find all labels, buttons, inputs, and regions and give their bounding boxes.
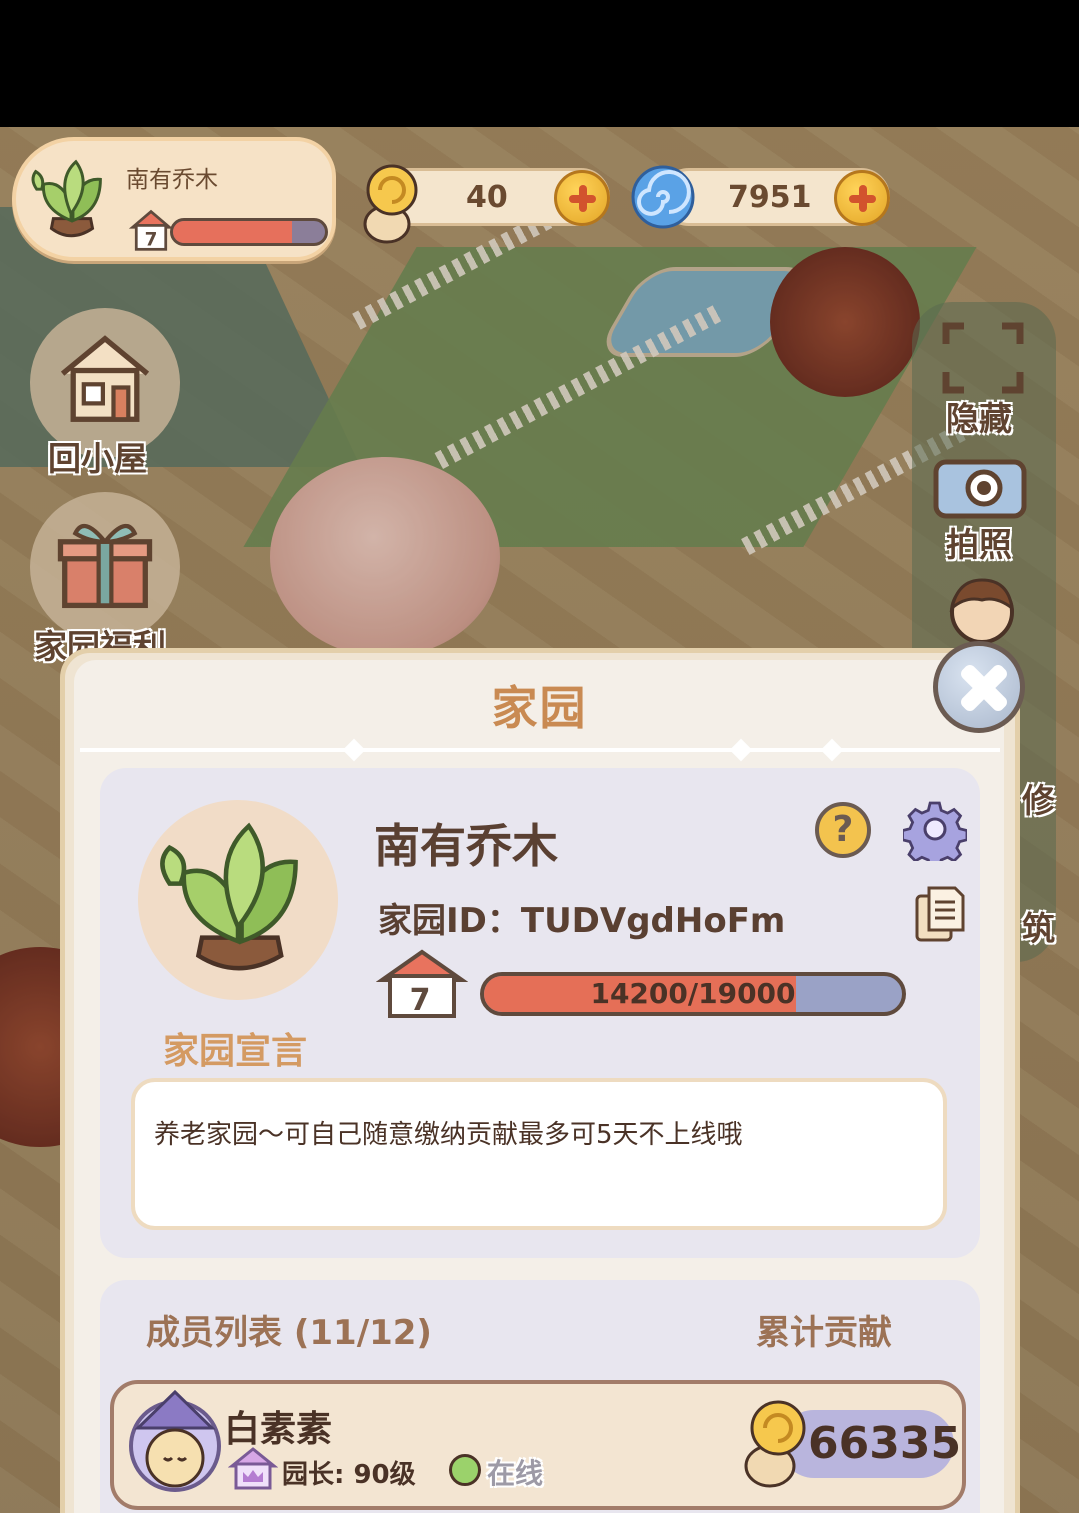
help-button[interactable]: ? <box>815 802 871 858</box>
build-label: 筑 <box>1022 909 1055 948</box>
title-divider <box>80 748 1000 752</box>
dialog-title: 家园 <box>491 681 588 735</box>
contribution-header: 累计贡献 <box>756 1313 892 1353</box>
hud-level-bar <box>170 218 328 246</box>
hud-level-bar-fill <box>173 221 292 243</box>
house-icon <box>60 335 150 422</box>
swirl-currency-value: 7951 <box>728 180 812 215</box>
snail-currency-icon <box>363 164 418 244</box>
contribution-value: 66335 <box>808 1418 962 1469</box>
snail-currency-icon <box>744 1400 806 1488</box>
motto-box <box>131 1078 947 1230</box>
hide-label: 隐藏 <box>946 399 1012 438</box>
home-name: 南有乔木 <box>374 819 558 873</box>
snail-currency-value: 40 <box>466 180 508 215</box>
hud-home-name: 南有乔木 <box>126 167 218 193</box>
settings-gear-icon[interactable] <box>903 797 967 861</box>
experience-text: 14200/19000 <box>590 977 796 1010</box>
level-house-icon: 7 <box>128 209 174 251</box>
member-name: 白素素 <box>224 1409 333 1450</box>
add-swirl-currency-button[interactable] <box>834 170 890 226</box>
level-house-icon: 7 <box>376 949 468 1018</box>
hide-icon[interactable] <box>940 320 1026 396</box>
home-motto-label[interactable]: 家园宣言 <box>163 1022 307 1074</box>
member-avatar <box>129 1389 221 1492</box>
plant-avatar-icon <box>31 159 102 238</box>
gift-icon <box>57 523 153 609</box>
add-snail-currency-button[interactable] <box>554 170 610 226</box>
swirl-currency-icon <box>631 165 695 229</box>
member-role: 园长: 90级 <box>282 1460 416 1490</box>
online-status-text: 在线 <box>487 1457 544 1490</box>
crown-house-icon <box>228 1447 278 1490</box>
close-button[interactable] <box>933 641 1025 733</box>
hud-level-number: 7 <box>145 230 158 251</box>
motto-text: 养老家园～可自己随意缴纳贡献最多可5天不上线哦 <box>154 1120 743 1150</box>
level-number: 7 <box>410 983 431 1018</box>
repair-label: 修 <box>1022 781 1055 820</box>
back-home-label: 回小屋 <box>48 439 147 478</box>
copy-icon[interactable] <box>913 884 967 944</box>
experience-bar: 14200/19000 <box>480 972 906 1016</box>
home-id: 家园ID：TUDVgdHoFm <box>378 901 786 941</box>
online-status-dot <box>449 1454 481 1486</box>
photo-label: 拍照 <box>946 525 1012 564</box>
camera-icon[interactable] <box>930 450 1030 520</box>
member-list-header: 成员列表 (11/12) <box>146 1313 432 1353</box>
status-bar <box>0 0 1079 127</box>
character-icon[interactable] <box>944 574 1020 644</box>
plant-avatar-icon <box>160 822 298 971</box>
